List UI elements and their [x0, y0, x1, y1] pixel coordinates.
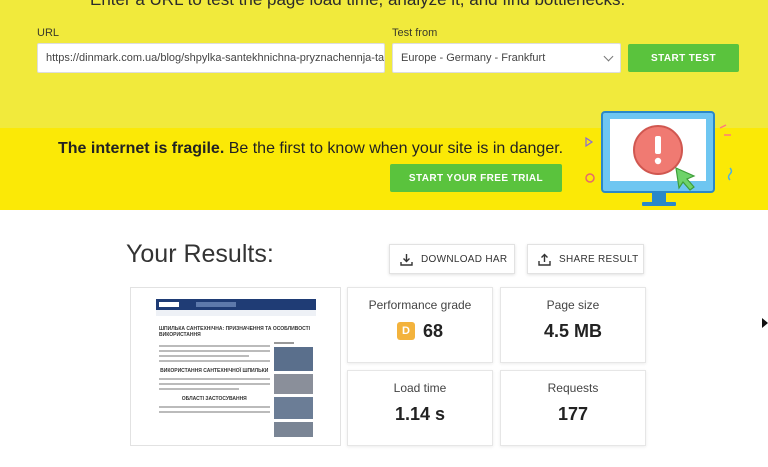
load-time-value: 1.14 s	[394, 404, 446, 424]
test-location-value: Europe - Germany - Frankfurt	[401, 52, 546, 64]
promo-text: The internet is fragile. Be the first to…	[58, 140, 563, 158]
page-screenshot-card[interactable]: ШПИЛЬКА САНТЕХНІЧНА: ПРИЗНАЧЕННЯ ТА ОСОБ…	[130, 287, 341, 446]
results-title: Your Results:	[126, 240, 274, 268]
performance-grade-card: Performance grade D 68	[347, 287, 493, 363]
page-size-title: Page size	[546, 298, 600, 312]
hero-headline: Enter a URL to test the page load time, …	[90, 0, 625, 10]
page-size-card: Page size 4.5 MB	[500, 287, 646, 363]
share-result-button[interactable]: SHARE RESULT	[527, 244, 644, 274]
free-trial-button[interactable]: START YOUR FREE TRIAL	[390, 164, 562, 192]
start-test-button[interactable]: START TEST	[628, 44, 739, 72]
url-label: URL	[37, 27, 60, 39]
share-icon	[538, 253, 551, 266]
test-location-select[interactable]: Europe - Germany - Frankfurt	[392, 43, 621, 73]
promo-rest: Be the first to know when your site is i…	[224, 140, 564, 157]
test-from-label: Test from	[392, 27, 438, 39]
performance-grade-title: Performance grade	[368, 298, 472, 312]
page-size-value: 4.5 MB	[543, 321, 603, 341]
article-subheading-2: ОБЛАСТІ ЗАСТОСУВАННЯ	[181, 396, 247, 402]
scroll-arrow-icon[interactable]	[762, 318, 768, 328]
site-header	[156, 299, 316, 310]
load-time-card: Load time 1.14 s	[347, 370, 493, 446]
requests-title: Requests	[547, 381, 599, 395]
download-icon	[400, 253, 413, 266]
grade-badge: D	[396, 322, 415, 340]
download-har-label: DOWNLOAD HAR	[421, 253, 508, 265]
share-result-label: SHARE RESULT	[559, 253, 639, 265]
page-screenshot: ШПИЛЬКА САНТЕХНІЧНА: ПРИЗНАЧЕННЯ ТА ОСОБ…	[156, 299, 316, 437]
monitor-alert-illustration	[585, 111, 733, 206]
article-subheading-1: ВИКОРИСТАННЯ САНТЕХНІЧНОЇ ШПИЛЬКИ	[160, 368, 269, 374]
performance-grade-value: 68	[422, 321, 444, 341]
download-har-button[interactable]: DOWNLOAD HAR	[389, 244, 515, 274]
promo-bold: The internet is fragile.	[58, 140, 225, 157]
article-heading: ШПИЛЬКА САНТЕХНІЧНА: ПРИЗНАЧЕННЯ ТА ОСОБ…	[159, 326, 311, 338]
url-input[interactable]: https://dinmark.com.ua/blog/shpylka-sant…	[37, 43, 385, 73]
requests-value: 177	[557, 404, 589, 424]
chevron-down-icon	[603, 51, 614, 62]
load-time-title: Load time	[393, 381, 447, 395]
requests-card: Requests 177	[500, 370, 646, 446]
